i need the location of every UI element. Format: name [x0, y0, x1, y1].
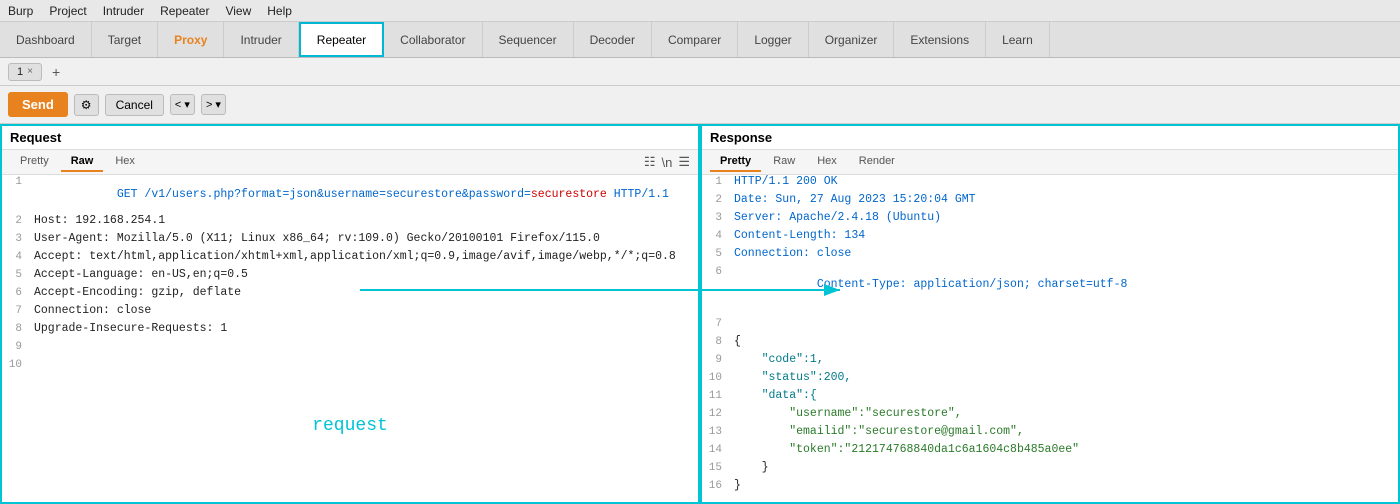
request-line-7: 7 Connection: close [2, 304, 698, 322]
nav-tab-organizer[interactable]: Organizer [809, 22, 895, 57]
right-chevron-icon: > ▾ [206, 98, 221, 111]
tab-add-button[interactable]: + [46, 62, 66, 82]
response-line-14: 14 "token":"212174768840da1c6a1604c8b485… [702, 443, 1398, 461]
prev-arrow-button[interactable]: < ▾ [170, 94, 195, 115]
menu-project[interactable]: Project [49, 4, 86, 18]
main-area: Request Pretty Raw Hex ☷ \n ☰ 1 GET /v1/… [0, 124, 1400, 504]
menu-help[interactable]: Help [267, 4, 292, 18]
menu-icon[interactable]: ☰ [678, 154, 690, 170]
request-line-1: 1 GET /v1/users.php?format=json&username… [2, 175, 698, 214]
tab-bar: 1 × + [0, 58, 1400, 86]
newline-icon[interactable]: \n [662, 155, 673, 170]
response-line-1: 1 HTTP/1.1 200 OK [702, 175, 1398, 193]
request-line-3: 3 User-Agent: Mozilla/5.0 (X11; Linux x8… [2, 232, 698, 250]
tab-label: 1 [17, 66, 23, 78]
nav-tab-sequencer[interactable]: Sequencer [483, 22, 574, 57]
request-panel-tabs: Pretty Raw Hex ☷ \n ☰ [2, 150, 698, 175]
request-line-5: 5 Accept-Language: en-US,en;q=0.5 [2, 268, 698, 286]
response-line-8: 8 { [702, 335, 1398, 353]
request-content[interactable]: 1 GET /v1/users.php?format=json&username… [2, 175, 698, 502]
response-panel-title: Response [702, 126, 1398, 150]
request-line-6: 6 Accept-Encoding: gzip, deflate [2, 286, 698, 304]
nav-tab-repeater[interactable]: Repeater [299, 22, 384, 57]
request-panel-title: Request [2, 126, 698, 150]
nav-tab-intruder[interactable]: Intruder [224, 22, 298, 57]
nav-tab-proxy[interactable]: Proxy [158, 22, 224, 57]
menu-burp[interactable]: Burp [8, 4, 33, 18]
request-line-8: 8 Upgrade-Insecure-Requests: 1 [2, 322, 698, 340]
response-line-7: 7 [702, 317, 1398, 335]
response-tab-pretty[interactable]: Pretty [710, 152, 761, 172]
response-tab-raw[interactable]: Raw [763, 152, 805, 172]
response-content[interactable]: 1 HTTP/1.1 200 OK 2 Date: Sun, 27 Aug 20… [702, 175, 1398, 502]
nav-tab-learn[interactable]: Learn [986, 22, 1050, 57]
response-line-5: 5 Connection: close [702, 247, 1398, 265]
doc-icon[interactable]: ☷ [644, 154, 656, 170]
nav-tab-extensions[interactable]: Extensions [894, 22, 986, 57]
nav-tab-decoder[interactable]: Decoder [574, 22, 652, 57]
request-panel: Request Pretty Raw Hex ☷ \n ☰ 1 GET /v1/… [0, 124, 700, 504]
response-line-2: 2 Date: Sun, 27 Aug 2023 15:20:04 GMT [702, 193, 1398, 211]
menu-view[interactable]: View [225, 4, 251, 18]
response-line-6: 6 Content-Type: application/json; charse… [702, 265, 1398, 317]
nav-tab-target[interactable]: Target [92, 22, 158, 57]
response-tab-hex[interactable]: Hex [807, 152, 847, 172]
response-line-11: 11 "data":{ [702, 389, 1398, 407]
menu-bar: Burp Project Intruder Repeater View Help [0, 0, 1400, 22]
nav-tab-comparer[interactable]: Comparer [652, 22, 738, 57]
cancel-button[interactable]: Cancel [105, 94, 164, 116]
request-line-2: 2 Host: 192.168.254.1 [2, 214, 698, 232]
request-line-9: 9 [2, 340, 698, 358]
menu-intruder[interactable]: Intruder [103, 4, 144, 18]
response-line-3: 3 Server: Apache/2.4.18 (Ubuntu) [702, 211, 1398, 229]
response-line-13: 13 "emailid":"securestore@gmail.com", [702, 425, 1398, 443]
tab-close[interactable]: × [27, 66, 33, 77]
request-line-10: 10 [2, 358, 698, 376]
response-line-9: 9 "code":1, [702, 353, 1398, 371]
nav-tab-collaborator[interactable]: Collaborator [384, 22, 482, 57]
response-line-15: 15 } [702, 461, 1398, 479]
menu-repeater[interactable]: Repeater [160, 4, 209, 18]
response-panel-tabs: Pretty Raw Hex Render [702, 150, 1398, 175]
response-line-10: 10 "status":200, [702, 371, 1398, 389]
send-button[interactable]: Send [8, 92, 68, 117]
response-tab-render[interactable]: Render [849, 152, 905, 172]
repeater-tab-1[interactable]: 1 × [8, 63, 42, 81]
response-line-4: 4 Content-Length: 134 [702, 229, 1398, 247]
request-annotation: request [2, 416, 698, 436]
nav-tab-dashboard[interactable]: Dashboard [0, 22, 92, 57]
request-tab-pretty[interactable]: Pretty [10, 152, 59, 172]
response-panel: Response Pretty Raw Hex Render 1 HTTP/1.… [700, 124, 1400, 504]
request-line-4: 4 Accept: text/html,application/xhtml+xm… [2, 250, 698, 268]
nav-bar: Dashboard Target Proxy Intruder Repeater… [0, 22, 1400, 58]
response-line-12: 12 "username":"securestore", [702, 407, 1398, 425]
request-tab-hex[interactable]: Hex [105, 152, 145, 172]
gear-button[interactable]: ⚙ [74, 94, 99, 116]
toolbar: Send ⚙ Cancel < ▾ > ▾ [0, 86, 1400, 124]
request-panel-icon-group: ☷ \n ☰ [644, 154, 690, 170]
nav-tab-logger[interactable]: Logger [738, 22, 808, 57]
next-arrow-button[interactable]: > ▾ [201, 94, 226, 115]
request-tab-raw[interactable]: Raw [61, 152, 104, 172]
left-chevron-icon: < ▾ [175, 98, 190, 111]
response-line-16: 16 } [702, 479, 1398, 497]
